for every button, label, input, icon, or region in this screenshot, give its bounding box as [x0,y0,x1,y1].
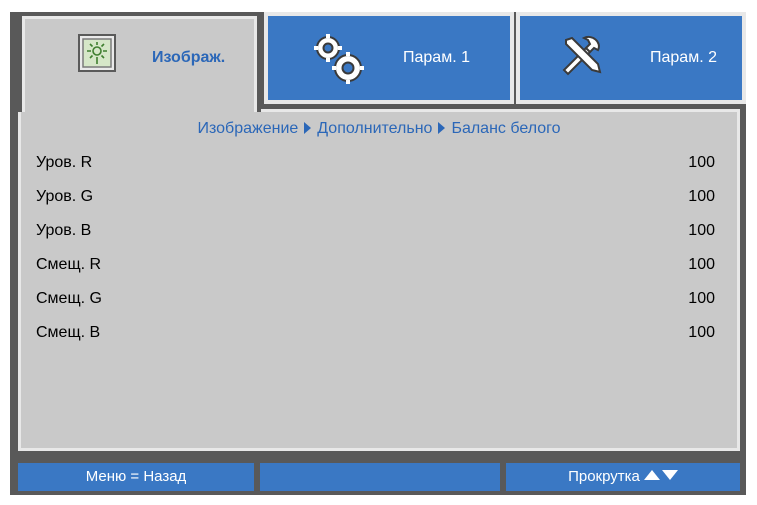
arrow-up-icon [643,470,660,480]
setting-label: Уров. B [36,222,92,239]
tab-param2-label: Парам. 2 [650,49,717,66]
setting-value: 100 [688,188,715,205]
breadcrumb: Изображение Дополнительно Баланс белого [21,120,737,138]
chevron-right-icon [304,122,312,134]
setting-value: 100 [688,290,715,307]
setting-label: Уров. G [36,188,94,205]
setting-label: Уров. R [36,154,93,171]
setting-value: 100 [688,256,715,273]
breadcrumb-item-advanced: Дополнительно [317,120,433,137]
settings-panel: Изображение Дополнительно Баланс белого Ур… [18,112,740,451]
tab-param1[interactable]: Парам. 1 [264,12,514,104]
setting-label: Смещ. B [36,324,101,341]
arrow-down-icon [661,470,678,480]
setting-row-b-offset[interactable]: Смещ. B 100 [36,324,715,358]
setting-value: 100 [688,324,715,341]
setting-label: Смещ. R [36,256,102,273]
breadcrumb-item-image: Изображение [197,120,299,137]
menu-back-label: Меню = Назад [85,468,187,485]
picture-icon [78,34,116,77]
breadcrumb-item-white-balance: Баланс белого [451,120,561,137]
gears-icon [308,30,368,91]
setting-label: Смещ. G [36,290,102,307]
footer-empty-button [260,463,500,491]
footer-bar: Меню = Назад Прокрутка [18,463,740,491]
setting-row-r-offset[interactable]: Смещ. R 100 [36,256,715,290]
menu-back-button[interactable]: Меню = Назад [18,463,254,491]
scroll-label: Прокрутка [568,468,640,485]
tools-icon [558,32,606,85]
tab-param2[interactable]: Парам. 2 [516,12,746,104]
setting-row-b-gain[interactable]: Уров. B 100 [36,222,715,256]
setting-row-g-gain[interactable]: Уров. G 100 [36,188,715,222]
scroll-button[interactable]: Прокрутка [506,463,740,491]
tab-image-label: Изображ. [152,49,226,66]
setting-row-r-gain[interactable]: Уров. R 100 [36,154,715,188]
setting-row-g-offset[interactable]: Смещ. G 100 [36,290,715,324]
tab-param1-label: Парам. 1 [403,49,470,66]
setting-value: 100 [688,154,715,171]
setting-value: 100 [688,222,715,239]
tab-image[interactable]: Изображ. [18,12,261,112]
chevron-right-icon [438,122,446,134]
